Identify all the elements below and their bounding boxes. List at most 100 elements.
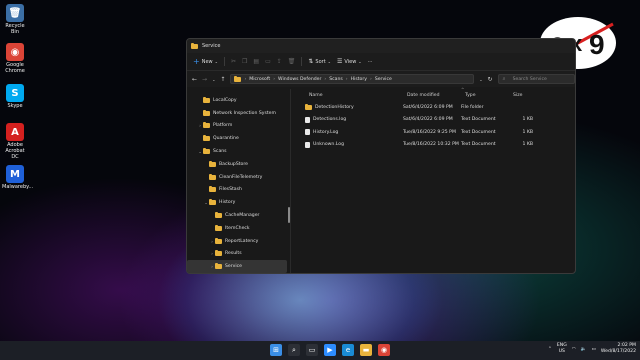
sidebar-item[interactable]: CacheManager bbox=[187, 209, 290, 222]
sidebar-item-label: ItemCheck bbox=[225, 225, 250, 231]
chevron-down-icon: ⌄ bbox=[327, 59, 332, 64]
folder-icon bbox=[305, 103, 312, 110]
file-name: History.Log bbox=[305, 129, 403, 136]
desktop-icon-malwarebytes[interactable]: M Malwareby... bbox=[2, 165, 33, 190]
recycle-bin-icon: 🗑 bbox=[6, 4, 24, 22]
chevron-down-icon: ⌄ bbox=[214, 59, 218, 64]
sidebar-item[interactable]: › Platform bbox=[187, 120, 290, 133]
sidebar-item[interactable]: FilesStash bbox=[187, 184, 290, 197]
sidebar-item[interactable]: ItemCheck bbox=[187, 222, 290, 235]
share-icon[interactable]: ⇪ bbox=[277, 58, 282, 65]
delete-icon[interactable]: 🗑 bbox=[288, 58, 296, 65]
volume-icon[interactable]: 🔈 bbox=[581, 347, 587, 352]
sidebar-item-label: Quarantine bbox=[213, 136, 239, 142]
desktop-icon-acrobat[interactable]: A Adobe Acrobat DC bbox=[2, 123, 28, 160]
desktop-icon-chrome[interactable]: ◉ Google Chrome bbox=[2, 43, 28, 74]
column-date[interactable]: Date modified bbox=[407, 93, 465, 98]
column-size[interactable]: Size bbox=[513, 93, 537, 98]
task-view-icon[interactable]: ▭ bbox=[306, 344, 318, 356]
breadcrumb-item[interactable]: Microsoft bbox=[249, 77, 270, 82]
desktop-icon-label: Google Chrome bbox=[5, 62, 25, 74]
file-row[interactable]: Unknown.Log Tue/8/16/2022 10:32 PM Text … bbox=[291, 139, 575, 152]
recent-chevron-icon[interactable]: ⌄ bbox=[212, 77, 215, 82]
search-input[interactable]: ⌕ Search Service bbox=[497, 74, 575, 84]
file-row[interactable]: History.Log Tue/8/16/2022 9:25 PM Text D… bbox=[291, 126, 575, 139]
rename-icon[interactable]: ▭ bbox=[265, 58, 271, 65]
file-row[interactable]: DetectionHistory Sat/6/4/2022 6:09 PM Fi… bbox=[291, 101, 575, 114]
skype-icon: S bbox=[6, 84, 24, 102]
folder-icon bbox=[209, 186, 216, 193]
desktop-icon-recycle-bin[interactable]: 🗑 Recycle Bin bbox=[2, 4, 28, 35]
breadcrumb-item[interactable]: History bbox=[351, 77, 367, 82]
view-icon: ☰ bbox=[337, 58, 343, 65]
new-button[interactable]: + New ⌄ bbox=[193, 57, 218, 66]
file-date: Tue/8/16/2022 10:32 PM bbox=[403, 142, 459, 148]
sidebar-item[interactable]: CleanFileTelemetry bbox=[187, 171, 290, 184]
search-icon: ⌕ bbox=[502, 76, 506, 82]
sidebar-item[interactable]: ⌄ History bbox=[187, 196, 290, 209]
sidebar-item[interactable]: › Service bbox=[187, 260, 287, 273]
sidebar-item[interactable]: Quarantine bbox=[187, 132, 290, 145]
file-name: DetectionHistory bbox=[305, 103, 403, 110]
column-type[interactable]: Type bbox=[465, 93, 513, 98]
up-icon[interactable]: ↑ bbox=[220, 76, 225, 83]
sidebar-item-label: Platform bbox=[213, 123, 233, 129]
refresh-icon[interactable]: ↻ bbox=[488, 76, 493, 83]
folder-icon bbox=[203, 96, 210, 103]
sidebar-scrollbar[interactable] bbox=[288, 207, 290, 223]
battery-icon[interactable]: ▭ bbox=[592, 347, 596, 352]
view-button[interactable]: ☰ View ⌄ bbox=[337, 58, 362, 65]
file-type: Text Document bbox=[461, 117, 496, 123]
sidebar-item-label: Network Inspection System bbox=[213, 110, 276, 116]
chevron-right-icon: › bbox=[369, 76, 372, 82]
forward-icon[interactable]: → bbox=[202, 76, 207, 83]
chrome-icon[interactable]: ◉ bbox=[378, 344, 390, 356]
new-label: New bbox=[201, 58, 213, 65]
chrome-icon: ◉ bbox=[6, 43, 24, 61]
address-dropdown-icon[interactable]: ⌄ bbox=[479, 77, 482, 82]
back-icon[interactable]: ← bbox=[192, 76, 197, 83]
sidebar-item[interactable]: Network Inspection System bbox=[187, 107, 290, 120]
file-size: 1 KB bbox=[522, 117, 533, 123]
title-bar[interactable]: Service bbox=[187, 39, 575, 53]
sidebar-item[interactable]: › ReportLatency bbox=[187, 235, 290, 248]
cut-icon[interactable]: ✂ bbox=[231, 58, 236, 65]
edge-icon[interactable]: e bbox=[342, 344, 354, 356]
chevron-up-icon[interactable]: ⌃ bbox=[548, 347, 552, 352]
copy-icon[interactable]: ❐ bbox=[242, 58, 247, 65]
sidebar-item[interactable]: BackupStore bbox=[187, 158, 290, 171]
sidebar-item[interactable]: LocalCopy bbox=[187, 94, 290, 107]
address-bar[interactable]: › Microsoft › Windows Defender › Scans › Histo… bbox=[230, 74, 475, 84]
view-label: View bbox=[344, 58, 357, 65]
zoom-icon[interactable]: ▶ bbox=[324, 344, 336, 356]
language-indicator[interactable]: ENG US bbox=[557, 343, 567, 355]
file-explorer-icon[interactable]: ▬ bbox=[360, 344, 372, 356]
folder-icon bbox=[203, 122, 210, 129]
sidebar-item[interactable]: ⌄ Scans bbox=[187, 145, 290, 158]
folder-icon bbox=[191, 42, 198, 49]
file-rows: DetectionHistory Sat/6/4/2022 6:09 PM Fi… bbox=[291, 101, 575, 151]
breadcrumb-item[interactable]: Scans bbox=[329, 77, 343, 82]
breadcrumb: Microsoft › Windows Defender › Scans › History… bbox=[249, 77, 392, 82]
search-icon[interactable]: ⌕ bbox=[288, 344, 300, 356]
sidebar-item[interactable]: › Results bbox=[187, 248, 290, 261]
start-icon[interactable]: ⊞ bbox=[270, 344, 282, 356]
text-file-icon bbox=[305, 141, 310, 148]
breadcrumb-item[interactable]: Service bbox=[375, 77, 392, 82]
sidebar-item-label: LocalCopy bbox=[213, 97, 237, 103]
clock[interactable]: 2:02 PM Wed/8/17/2022 bbox=[601, 343, 636, 355]
more-button[interactable]: ··· bbox=[368, 59, 373, 65]
desktop-icon-skype[interactable]: S Skype bbox=[2, 84, 28, 109]
file-row[interactable]: Detections.log Sat/6/4/2022 6:09 PM Text… bbox=[291, 114, 575, 127]
paste-icon[interactable]: ▤ bbox=[253, 58, 259, 65]
wifi-icon[interactable]: ◠ bbox=[572, 347, 576, 352]
folder-icon bbox=[234, 75, 242, 82]
sidebar-item-label: Service bbox=[225, 264, 242, 270]
sort-button[interactable]: ⇅ Sort ⌄ bbox=[308, 58, 331, 65]
file-type: Text Document bbox=[461, 142, 496, 148]
folder-icon bbox=[209, 160, 216, 167]
column-name[interactable]: Name bbox=[309, 93, 407, 98]
file-size: 1 KB bbox=[522, 142, 533, 148]
file-name-text: Unknown.Log bbox=[313, 142, 344, 148]
breadcrumb-item[interactable]: Windows Defender bbox=[278, 77, 321, 82]
